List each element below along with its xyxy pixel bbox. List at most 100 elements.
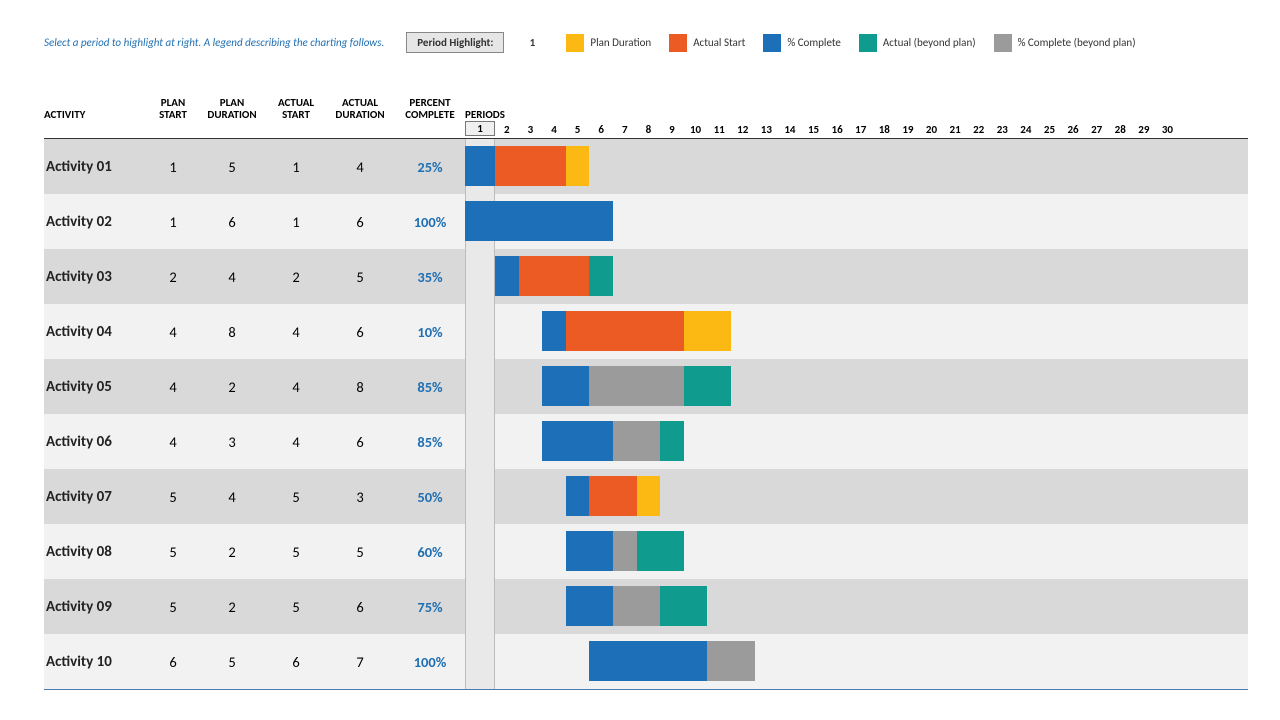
period-number[interactable]: 27 — [1085, 123, 1109, 136]
period-number[interactable]: 20 — [920, 123, 944, 136]
period-number[interactable]: 18 — [873, 123, 897, 136]
period-number[interactable]: 6 — [589, 123, 613, 136]
actual-start: 6 — [267, 634, 325, 689]
legend-item: Actual (beyond plan) — [859, 34, 976, 52]
period-highlight-band — [465, 524, 495, 579]
actual-start: 4 — [267, 359, 325, 414]
table-row: Activity 05424885% — [44, 359, 1248, 414]
period-highlight-value[interactable]: 1 — [518, 36, 546, 49]
plan-duration: 8 — [197, 304, 267, 359]
period-number[interactable]: 29 — [1132, 123, 1156, 136]
bar-beyond — [660, 586, 707, 626]
plan-start: 4 — [149, 359, 197, 414]
legend-item: % Complete — [763, 34, 841, 52]
period-number[interactable]: 19 — [896, 123, 920, 136]
plan-duration: 4 — [197, 249, 267, 304]
bar-beyond — [660, 421, 684, 461]
activity-name: Activity 07 — [44, 469, 149, 524]
bar-pct — [589, 641, 707, 681]
activity-name: Activity 04 — [44, 304, 149, 359]
period-number[interactable]: 8 — [637, 123, 661, 136]
hdr-actual-duration: ACTUALDURATION — [325, 97, 395, 121]
gantt-bar-area — [465, 634, 1179, 689]
period-number[interactable]: 4 — [542, 123, 566, 136]
period-number[interactable]: 7 — [613, 123, 637, 136]
bar-pct_beyond — [613, 586, 660, 626]
period-highlight-band — [465, 304, 495, 359]
period-number[interactable]: 26 — [1061, 123, 1085, 136]
period-number[interactable]: 16 — [825, 123, 849, 136]
gantt-bar-area — [465, 579, 1179, 634]
legend-swatch-icon — [763, 34, 781, 52]
gantt-bar-area — [465, 194, 1179, 249]
period-number[interactable]: 2 — [495, 123, 519, 136]
table-row: Activity 04484610% — [44, 304, 1248, 359]
activity-name: Activity 05 — [44, 359, 149, 414]
plan-duration: 2 — [197, 524, 267, 579]
period-number[interactable]: 10 — [684, 123, 708, 136]
bar-pct_beyond — [613, 531, 637, 571]
period-number[interactable]: 1 — [465, 121, 495, 136]
bar-plan — [637, 476, 661, 516]
period-highlight-band — [465, 359, 495, 414]
actual-duration: 7 — [325, 634, 395, 689]
period-number[interactable]: 9 — [660, 123, 684, 136]
gantt-bar-area — [465, 469, 1179, 524]
period-number[interactable]: 12 — [731, 123, 755, 136]
percent-complete: 50% — [395, 469, 465, 524]
period-highlight-band — [465, 469, 495, 524]
period-number[interactable]: 17 — [849, 123, 873, 136]
hdr-periods: PERIODS — [465, 109, 542, 121]
bar-pct — [465, 146, 495, 186]
percent-complete: 75% — [395, 579, 465, 634]
period-number[interactable]: 15 — [802, 123, 826, 136]
bar-beyond — [637, 531, 684, 571]
legend-label: Actual (beyond plan) — [883, 36, 976, 49]
period-highlight-label: Period Highlight: — [406, 32, 504, 53]
plan-duration: 6 — [197, 194, 267, 249]
bar-actual — [519, 256, 590, 296]
period-number[interactable]: 24 — [1014, 123, 1038, 136]
activity-name: Activity 01 — [44, 139, 149, 194]
table-row: Activity 03242535% — [44, 249, 1248, 304]
plan-duration: 4 — [197, 469, 267, 524]
hint-text: Select a period to highlight at right. A… — [44, 36, 392, 49]
bar-pct — [566, 476, 590, 516]
gantt-sheet: Select a period to highlight at right. A… — [0, 0, 1280, 690]
percent-complete: 85% — [395, 414, 465, 469]
percent-complete: 60% — [395, 524, 465, 579]
plan-duration: 2 — [197, 579, 267, 634]
period-number[interactable]: 30 — [1156, 123, 1180, 136]
actual-start: 2 — [267, 249, 325, 304]
activity-name: Activity 08 — [44, 524, 149, 579]
activity-name: Activity 02 — [44, 194, 149, 249]
hdr-percent-complete: PERCENTCOMPLETE — [395, 97, 465, 121]
period-number[interactable]: 5 — [566, 123, 590, 136]
period-highlight-band — [465, 579, 495, 634]
plan-start: 5 — [149, 524, 197, 579]
bar-pct — [542, 366, 589, 406]
gantt-bar-area — [465, 414, 1179, 469]
legend-label: % Complete — [787, 36, 841, 49]
period-number[interactable]: 25 — [1038, 123, 1062, 136]
period-number[interactable]: 23 — [990, 123, 1014, 136]
period-number[interactable]: 22 — [967, 123, 991, 136]
period-number[interactable]: 28 — [1108, 123, 1132, 136]
period-number[interactable]: 21 — [943, 123, 967, 136]
bar-beyond — [684, 366, 731, 406]
column-headers: ACTIVITY PLANSTART PLANDURATION ACTUALST… — [44, 97, 1248, 139]
period-number[interactable]: 11 — [707, 123, 731, 136]
period-number[interactable]: 14 — [778, 123, 802, 136]
plan-start: 1 — [149, 139, 197, 194]
legend-label: Plan Duration — [590, 36, 651, 49]
plan-duration: 5 — [197, 139, 267, 194]
bar-pct_beyond — [589, 366, 683, 406]
period-number[interactable]: 3 — [519, 123, 543, 136]
top-bar: Select a period to highlight at right. A… — [44, 32, 1248, 53]
bar-actual — [495, 146, 566, 186]
period-number[interactable]: 13 — [755, 123, 779, 136]
bar-actual — [566, 311, 684, 351]
actual-start: 4 — [267, 304, 325, 359]
bar-pct — [566, 531, 613, 571]
legend: Plan DurationActual Start% CompleteActua… — [566, 34, 1135, 52]
